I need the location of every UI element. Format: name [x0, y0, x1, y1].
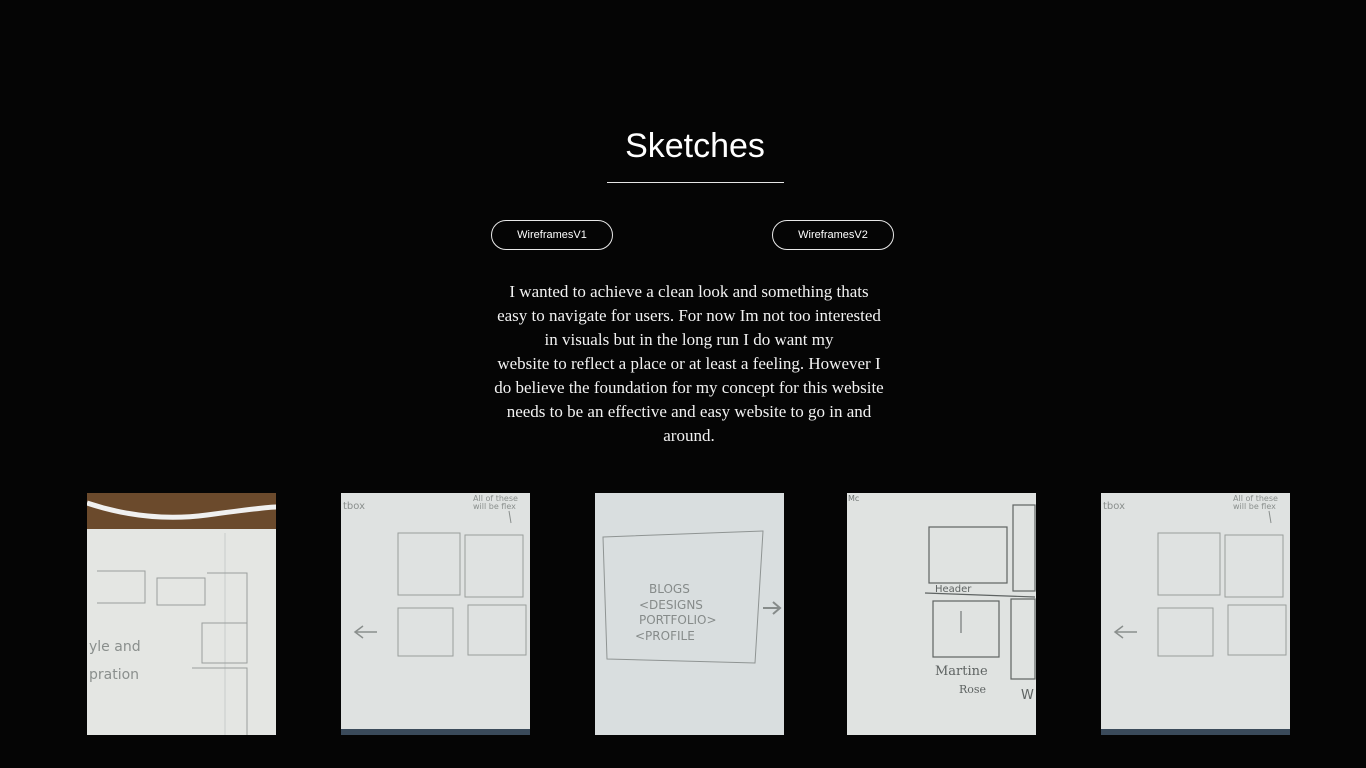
description-line: website to reflect a place or at least a… — [497, 354, 881, 373]
sketch-annotation: yle and — [89, 639, 141, 655]
wireframes-v2-button[interactable]: WireframesV2 — [772, 220, 894, 250]
sketch-drawing: BLOGS <DESIGNS PORTFOLIO> <PROFILE — [595, 493, 784, 735]
sketch-annotation: pration — [89, 667, 139, 683]
sketch-image-4[interactable]: Mc Header Martine Rose W — [847, 493, 1036, 735]
sketch-drawing: tbox All of these will be flex — [341, 493, 530, 735]
sketch-image-2[interactable]: tbox All of these will be flex — [341, 493, 530, 735]
sketch-annotation: Rose — [959, 683, 986, 696]
sketch-drawing: yle and pration — [87, 493, 276, 735]
sketch-annotation: <DESIGNS — [639, 598, 703, 612]
sketch-annotation: will be flex — [1233, 502, 1276, 511]
sketch-annotation: tbox — [1103, 501, 1125, 512]
description-line: around. — [663, 426, 715, 445]
sketch-annotation: W — [1021, 688, 1034, 703]
description-line: I wanted to achieve a clean look and som… — [509, 282, 869, 301]
sketch-annotation: BLOGS — [649, 582, 690, 596]
sketch-annotation: tbox — [343, 501, 365, 512]
description-paragraph: I wanted to achieve a clean look and som… — [481, 280, 897, 448]
sketch-annotation: will be flex — [473, 502, 516, 511]
description-line: do believe the foundation for my concept… — [494, 378, 884, 397]
sketch-annotation: Martine — [935, 664, 988, 679]
sketches-page: Sketches WireframesV1 WireframesV2 I wan… — [0, 0, 1366, 768]
description-line: needs to be an effective and easy websit… — [506, 402, 872, 421]
description-line: in visuals but in the long run I do want… — [544, 330, 834, 349]
sketch-annotation: Mc — [848, 494, 859, 503]
sketch-image-5[interactable]: tbox All of these will be flex — [1101, 493, 1290, 735]
description-line: easy to navigate for users. For now Im n… — [497, 306, 881, 325]
sketch-annotation: <PROFILE — [635, 629, 695, 643]
sketch-annotation: PORTFOLIO> — [639, 613, 717, 627]
sketch-drawing: tbox All of these will be flex — [1101, 493, 1290, 735]
wireframes-v1-button[interactable]: WireframesV1 — [491, 220, 613, 250]
sketch-drawing: Mc Header Martine Rose W — [847, 493, 1036, 735]
sketch-image-1[interactable]: yle and pration — [87, 493, 276, 735]
section-title: Sketches — [625, 127, 765, 165]
sketch-image-3[interactable]: BLOGS <DESIGNS PORTFOLIO> <PROFILE — [595, 493, 784, 735]
sketch-annotation: Header — [935, 584, 972, 595]
title-underline — [607, 182, 784, 183]
